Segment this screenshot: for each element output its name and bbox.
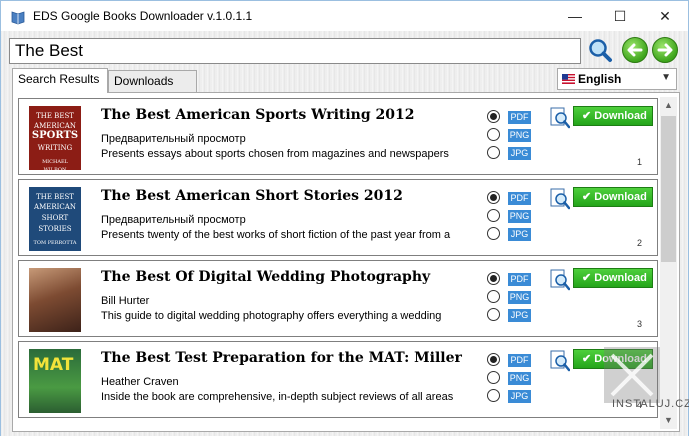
book-description: This guide to digital wedding photograph… [101,310,442,322]
book-title[interactable]: The Best Of Digital Wedding Photography [101,269,430,285]
format-radio-png[interactable] [487,128,500,141]
watermark-text: INSTALUJ.CZ [612,398,689,410]
language-select[interactable]: English ▼ [557,68,677,90]
search-results-list: THE BEST AMERICAN SPORTS WRITING MICHAEL… [12,92,680,432]
result-card: MAT The Best Test Preparation for the MA… [18,341,658,418]
cover-text: SHORT [41,214,69,222]
app-book-icon [11,11,25,25]
book-author: Bill Hurter [101,295,150,307]
book-title[interactable]: The Best American Short Stories 2012 [101,188,403,204]
format-radio-pdf[interactable] [487,272,500,285]
watermark-logo-icon [604,347,660,403]
pdf-badge: PDF [508,273,531,286]
tab-downloads[interactable]: Downloads (1) [108,70,197,108]
download-button[interactable]: ✔ Download [573,187,653,207]
png-badge: PNG [508,372,531,385]
title-bar: EDS Google Books Downloader v.1.0.1.1 — … [0,0,689,31]
format-radio-jpg[interactable] [487,146,500,159]
format-radio-png[interactable] [487,290,500,303]
us-flag-icon [562,74,575,84]
chevron-down-icon: ▼ [661,72,671,83]
format-radio-pdf[interactable] [487,191,500,204]
format-radio-png[interactable] [487,371,500,384]
cover-text: THE BEST [36,193,74,201]
language-label: English [578,72,622,86]
cover-text: AMERICAN [34,203,76,211]
preview-icon[interactable] [550,107,570,129]
book-cover: THE BEST AMERICAN SHORT STORIES TOM PERR… [29,187,81,251]
pdf-badge: PDF [508,354,531,367]
format-radio-jpg[interactable] [487,389,500,402]
pdf-badge: PDF [508,192,531,205]
magnifier-icon [589,39,612,62]
window-title: EDS Google Books Downloader v.1.0.1.1 [33,9,253,23]
scroll-thumb[interactable] [661,116,676,262]
book-description: Presents essays about sports chosen from… [101,148,449,160]
result-card: THE BEST AMERICAN SHORT STORIES TOM PERR… [18,179,658,256]
preview-icon[interactable] [550,269,570,291]
download-button[interactable]: ✔ Download [573,106,653,126]
preview-icon[interactable] [550,350,570,372]
jpg-badge: JPG [508,390,531,403]
cover-text: TOM PERROTTA [33,240,77,246]
cover-text: MAT [33,355,74,375]
result-index: 1 [637,157,643,167]
tab-search-results[interactable]: Search Results [12,68,108,93]
search-button[interactable] [587,37,613,63]
book-author: Предварительный просмотр [101,133,246,145]
cover-text: AMERICAN [34,122,76,130]
search-input[interactable] [9,38,581,64]
jpg-badge: JPG [508,228,531,241]
scroll-up-icon[interactable]: ▲ [660,97,677,114]
result-card: THE BEST AMERICAN SPORTS WRITING MICHAEL… [18,98,658,175]
cover-text: STORIES [38,225,72,233]
maximize-button[interactable]: ☐ [597,1,643,31]
book-description: Inside the book are comprehensive, in-de… [101,391,454,403]
cover-text: THE BEST [36,112,74,120]
book-author: Предварительный просмотр [101,214,246,226]
book-author: Heather Craven [101,376,179,388]
preview-icon[interactable] [550,188,570,210]
result-card: The Best Of Digital Wedding Photography … [18,260,658,337]
book-cover: MAT [29,349,81,413]
png-badge: PNG [508,291,531,304]
format-radio-pdf[interactable] [487,110,500,123]
jpg-badge: JPG [508,309,531,322]
book-title[interactable]: The Best American Sports Writing 2012 [101,107,414,123]
book-cover [29,268,81,332]
minimize-button[interactable]: — [552,1,598,31]
png-badge: PNG [508,129,531,142]
format-radio-jpg[interactable] [487,227,500,240]
book-cover: THE BEST AMERICAN SPORTS WRITING MICHAEL… [29,106,81,170]
book-description: Presents twenty of the best works of sho… [101,229,451,241]
book-title[interactable]: The Best Test Preparation for the MAT: M… [101,350,462,366]
result-index: 2 [637,238,643,248]
cover-text: MICHAEL WILBON [42,159,68,170]
format-radio-pdf[interactable] [487,353,500,366]
result-index: 3 [637,319,643,329]
back-button[interactable] [622,37,648,63]
cover-text: SPORTS [31,130,79,141]
forward-button[interactable] [652,37,678,63]
download-button[interactable]: ✔ Download [573,268,653,288]
cover-text: WRITING [37,144,73,152]
main-area: Search Results Downloads (1) English ▼ T… [0,31,689,436]
png-badge: PNG [508,210,531,223]
format-radio-jpg[interactable] [487,308,500,321]
arrow-right-icon [657,43,673,57]
jpg-badge: JPG [508,147,531,160]
pdf-badge: PDF [508,111,531,124]
arrow-left-icon [627,43,643,57]
close-button[interactable]: ✕ [642,1,688,31]
format-radio-png[interactable] [487,209,500,222]
